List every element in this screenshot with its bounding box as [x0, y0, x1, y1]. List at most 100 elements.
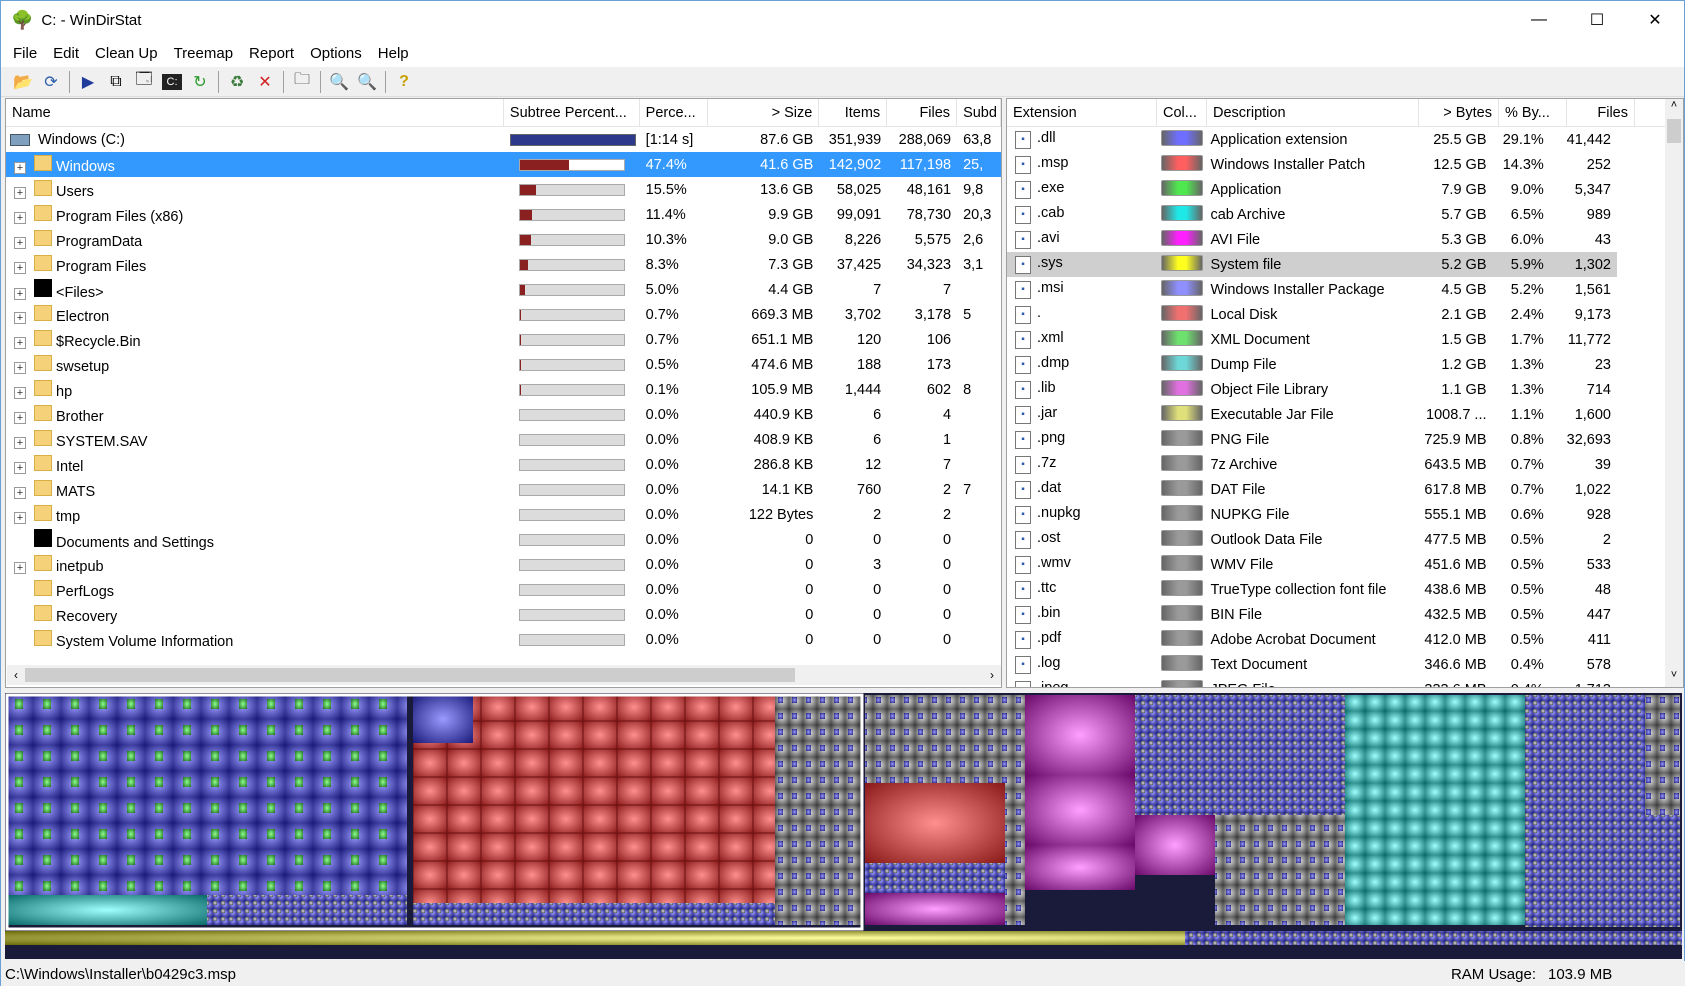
- tree-row[interactable]: + Program Files (x86) 11.4% 9.9 GB 99,091 78,…: [6, 202, 1001, 227]
- tree-row[interactable]: + Users 15.5% 13.6 GB 58,025 48,161 9,8: [6, 177, 1001, 202]
- extension-row[interactable]: ▪ .log Text Document 346.6 MB 0.4% 578: [1007, 652, 1617, 677]
- tree-row[interactable]: + Windows 47.4% 41.6 GB 142,902 117,198 25,: [6, 152, 1001, 177]
- tree-row[interactable]: + ProgramData 10.3% 9.0 GB 8,226 5,575 2,6: [6, 227, 1001, 252]
- extension-row[interactable]: ▪ .png PNG File 725.9 MB 0.8% 32,693: [1007, 427, 1617, 452]
- close-button[interactable]: ✕: [1626, 1, 1684, 39]
- expand-icon[interactable]: +: [14, 211, 26, 224]
- play-icon[interactable]: ▶: [74, 69, 102, 95]
- cmd-icon[interactable]: C:: [162, 73, 182, 90]
- scroll-right-icon[interactable]: ›: [983, 668, 1001, 682]
- open-icon[interactable]: 📂: [9, 69, 37, 95]
- tree-row[interactable]: + SYSTEM.SAV 0.0% 408.9 KB 6 1: [6, 427, 1001, 452]
- menu-file[interactable]: File: [5, 45, 45, 62]
- extension-row[interactable]: ▪ .dll Application extension 25.5 GB 29.1% 41…: [1007, 127, 1617, 152]
- col-bytes[interactable]: > Bytes: [1419, 99, 1499, 126]
- expand-icon[interactable]: +: [14, 561, 26, 574]
- col-name[interactable]: Name: [6, 99, 504, 126]
- extension-row[interactable]: ▪ .wmv WMV File 451.6 MB 0.5% 533: [1007, 552, 1617, 577]
- zoom-out-icon[interactable]: 🔍: [353, 69, 381, 95]
- expand-icon[interactable]: +: [14, 511, 26, 524]
- col-percent[interactable]: Perce...: [640, 99, 708, 126]
- col-size[interactable]: > Size: [708, 99, 820, 126]
- tree-row[interactable]: + MATS 0.0% 14.1 KB 760 2 7: [6, 477, 1001, 502]
- col-color[interactable]: Col...: [1157, 99, 1207, 126]
- scroll-down-icon[interactable]: ˅: [1665, 669, 1683, 687]
- col-ext-files[interactable]: Files: [1567, 99, 1635, 126]
- extension-row[interactable]: ▪ .exe Application 7.9 GB 9.0% 5,347: [1007, 177, 1617, 202]
- extension-row[interactable]: ▪ .cab cab Archive 5.7 GB 6.5% 989: [1007, 202, 1617, 227]
- expand-icon[interactable]: +: [14, 411, 26, 424]
- recycle-icon[interactable]: ♻: [223, 69, 251, 95]
- tree-row[interactable]: + hp 0.1% 105.9 MB 1,444 602 8: [6, 377, 1001, 402]
- extension-row[interactable]: ▪ .bin BIN File 432.5 MB 0.5% 447: [1007, 602, 1617, 627]
- tree-row[interactable]: + Program Files 8.3% 7.3 GB 37,425 34,323 3,1: [6, 252, 1001, 277]
- extension-row[interactable]: ▪ .pdf Adobe Acrobat Document 412.0 MB 0.5% 4…: [1007, 627, 1617, 652]
- rescan-icon[interactable]: ⟳: [37, 69, 65, 95]
- menu-help[interactable]: Help: [370, 45, 417, 62]
- menu-options[interactable]: Options: [302, 45, 370, 62]
- extension-row[interactable]: ▪. Local Disk 2.1 GB 2.4% 9,173: [1007, 302, 1617, 327]
- scroll-left-icon[interactable]: ‹: [7, 668, 25, 682]
- col-pct-bytes[interactable]: % By...: [1499, 99, 1567, 126]
- tree-row[interactable]: + inetpub 0.0% 0 3 0: [6, 552, 1001, 577]
- tree-root-row[interactable]: Windows (C:) [1:14 s] 87.6 GB 351,939 28…: [6, 127, 1001, 152]
- extension-row[interactable]: ▪ .lib Object File Library 1.1 GB 1.3% 714: [1007, 377, 1617, 402]
- expand-icon[interactable]: +: [14, 161, 26, 174]
- expand-icon[interactable]: +: [14, 287, 26, 300]
- treemap[interactable]: [5, 693, 1682, 959]
- menu-cleanup[interactable]: Clean Up: [87, 45, 166, 62]
- extension-row[interactable]: ▪ .nupkg NUPKG File 555.1 MB 0.6% 928: [1007, 502, 1617, 527]
- expand-icon[interactable]: +: [14, 236, 26, 249]
- tree-row[interactable]: + tmp 0.0% 122 Bytes 2 2: [6, 502, 1001, 527]
- col-extension[interactable]: Extension: [1007, 99, 1157, 126]
- properties-icon[interactable]: 🗀: [288, 69, 316, 95]
- maximize-button[interactable]: ☐: [1568, 1, 1626, 39]
- copy-icon[interactable]: ⧉: [102, 69, 130, 95]
- expand-icon[interactable]: +: [14, 386, 26, 399]
- extension-row[interactable]: ▪ .jar Executable Jar File 1008.7 ... 1.1% 1,…: [1007, 402, 1617, 427]
- col-subdirs[interactable]: Subd: [957, 99, 1001, 126]
- explorer-icon[interactable]: 🗔: [130, 69, 158, 95]
- expand-icon[interactable]: +: [14, 336, 26, 349]
- expand-icon[interactable]: +: [14, 461, 26, 474]
- extension-row[interactable]: ▪ .xml XML Document 1.5 GB 1.7% 11,772: [1007, 327, 1617, 352]
- tree-row[interactable]: + Electron 0.7% 669.3 MB 3,702 3,178 5: [6, 302, 1001, 327]
- extension-row[interactable]: ▪ .dmp Dump File 1.2 GB 1.3% 23: [1007, 352, 1617, 377]
- tree-row[interactable]: + $Recycle.Bin 0.7% 651.1 MB 120 106: [6, 327, 1001, 352]
- tree-row[interactable]: + <Files> 5.0% 4.4 GB 7 7: [6, 277, 1001, 302]
- extension-row[interactable]: ▪ .ttc TrueType collection font file 438.6 …: [1007, 577, 1617, 602]
- delete-icon[interactable]: ✕: [251, 69, 279, 95]
- col-description[interactable]: Description: [1207, 99, 1419, 126]
- extension-row[interactable]: ▪ .jpeg JPEG File333.6 MB0.4%1,713: [1007, 677, 1617, 687]
- ext-scroll-thumb[interactable]: [1667, 119, 1681, 143]
- scroll-thumb[interactable]: [25, 668, 795, 682]
- col-subtree-percent[interactable]: Subtree Percent...: [504, 99, 640, 126]
- expand-icon[interactable]: +: [14, 486, 26, 499]
- tree-row[interactable]: PerfLogs 0.0% 0 0 0: [6, 577, 1001, 602]
- extension-row[interactable]: ▪ .ost Outlook Data File 477.5 MB 0.5% 2: [1007, 527, 1617, 552]
- menu-treemap[interactable]: Treemap: [166, 45, 241, 62]
- extension-row[interactable]: ▪ .dat DAT File 617.8 MB 0.7% 1,022: [1007, 477, 1617, 502]
- scroll-up-icon[interactable]: ˄: [1665, 99, 1683, 119]
- extension-row[interactable]: ▪ .msp Windows Installer Patch 12.5 GB 14.3%…: [1007, 152, 1617, 177]
- refresh-icon[interactable]: ↻: [186, 69, 214, 95]
- extension-row[interactable]: ▪ .avi AVI File 5.3 GB 6.0% 43: [1007, 227, 1617, 252]
- expand-icon[interactable]: +: [14, 261, 26, 274]
- help-icon[interactable]: ?: [390, 69, 418, 95]
- tree-row[interactable]: + Brother 0.0% 440.9 KB 6 4: [6, 402, 1001, 427]
- minimize-button[interactable]: —: [1510, 1, 1568, 39]
- tree-row[interactable]: Documents and Settings 0.0% 0 0 0: [6, 527, 1001, 552]
- menu-edit[interactable]: Edit: [45, 45, 87, 62]
- zoom-in-icon[interactable]: 🔍: [325, 69, 353, 95]
- expand-icon[interactable]: +: [14, 361, 26, 374]
- extension-row[interactable]: ▪ .sys System file 5.2 GB 5.9% 1,302: [1007, 252, 1617, 277]
- tree-row[interactable]: + Intel 0.0% 286.8 KB 12 7: [6, 452, 1001, 477]
- extension-row[interactable]: ▪ .msi Windows Installer Package 4.5 GB 5.2%…: [1007, 277, 1617, 302]
- tree-row[interactable]: Recovery 0.0% 0 0 0: [6, 602, 1001, 627]
- expand-icon[interactable]: +: [14, 186, 26, 199]
- col-items[interactable]: Items: [819, 99, 888, 126]
- tree-row[interactable]: System Volume Information 0.0% 0 0 0: [6, 627, 1001, 652]
- extension-row[interactable]: ▪ .7z 7z Archive 643.5 MB 0.7% 39: [1007, 452, 1617, 477]
- tree-horizontal-scrollbar[interactable]: ‹ ›: [7, 665, 1001, 685]
- menu-report[interactable]: Report: [241, 45, 302, 62]
